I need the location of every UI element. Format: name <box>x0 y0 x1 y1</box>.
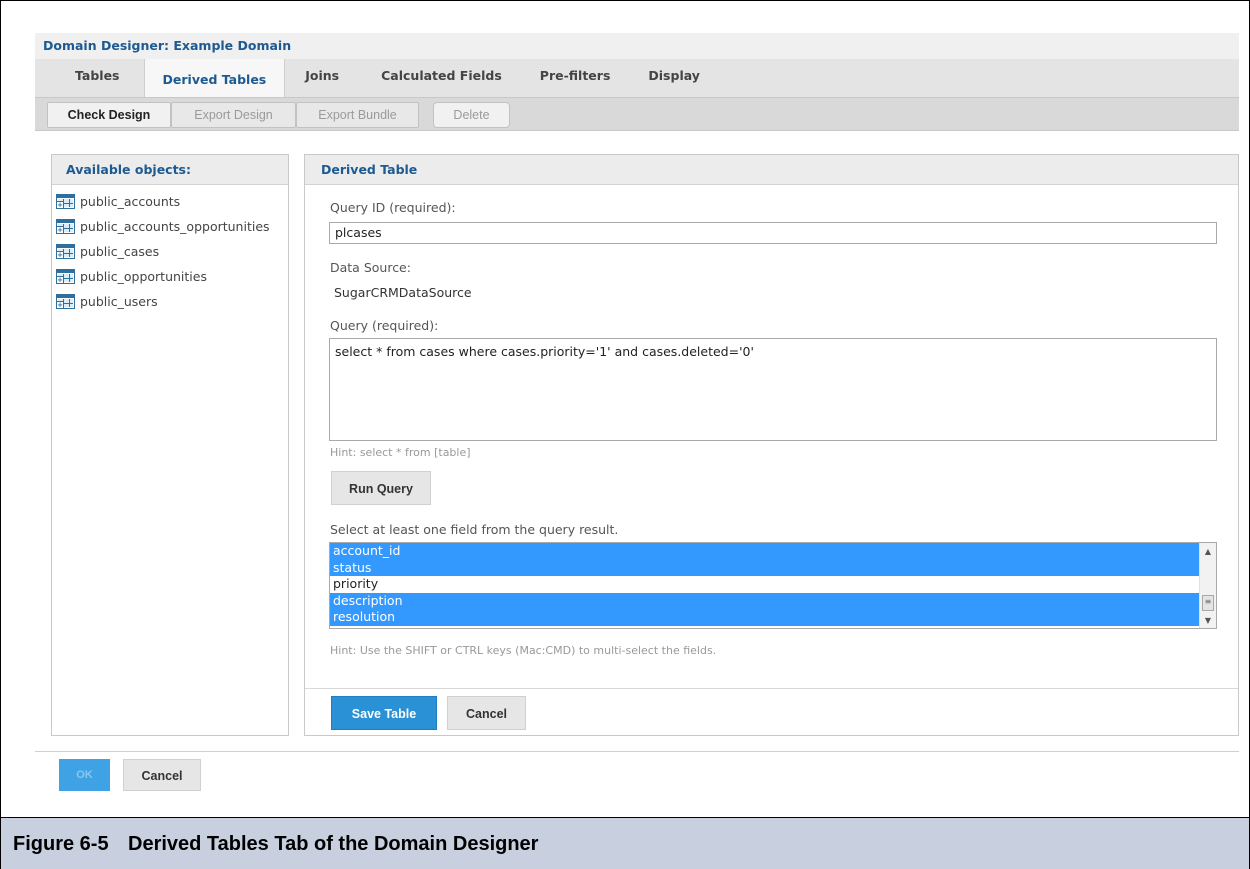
dialog-divider <box>35 751 1239 752</box>
cancel-button[interactable]: Cancel <box>123 759 201 791</box>
available-object-item[interactable]: + public_cases <box>52 239 288 264</box>
figure-caption: Figure 6-5 Derived Tables Tab of the Dom… <box>0 817 1250 869</box>
designer-title: Domain Designer: Example Domain <box>35 33 1239 59</box>
field-option[interactable]: priority <box>330 576 1200 593</box>
available-object-label: public_accounts_opportunities <box>80 218 270 234</box>
export-design-button[interactable]: Export Design <box>171 102 296 128</box>
run-query-button[interactable]: Run Query <box>331 471 431 505</box>
field-option[interactable]: account_id <box>330 543 1200 560</box>
table-icon: + <box>56 194 75 209</box>
tab-pre-filters[interactable]: Pre-filters <box>524 59 631 97</box>
table-icon: + <box>56 244 75 259</box>
query-label: Query (required): <box>330 318 439 333</box>
check-design-button[interactable]: Check Design <box>47 102 171 128</box>
table-icon: + <box>56 269 75 284</box>
available-objects-panel: Available objects: + public_accounts + p… <box>51 154 289 736</box>
tab-tables[interactable]: Tables <box>35 59 144 97</box>
available-object-label: public_accounts <box>80 193 181 209</box>
available-object-item[interactable]: + public_opportunities <box>52 264 288 289</box>
available-objects-title: Available objects: <box>52 155 288 185</box>
tab-derived-tables[interactable]: Derived Tables <box>143 59 286 97</box>
fields-listbox[interactable]: account_id status priority description r… <box>329 542 1217 629</box>
figure-number: Figure 6-5 <box>13 833 109 855</box>
table-icon: + <box>56 219 75 234</box>
available-object-label: public_users <box>80 293 158 309</box>
available-object-item[interactable]: + public_accounts_opportunities <box>52 214 288 239</box>
query-textarea[interactable]: select * from cases where cases.priority… <box>329 338 1217 441</box>
ok-button[interactable]: OK <box>59 759 110 791</box>
document-frame: Domain Designer: Example Domain Tables D… <box>0 0 1250 869</box>
cancel-table-button[interactable]: Cancel <box>447 696 526 730</box>
delete-button[interactable]: Delete <box>433 102 510 128</box>
export-bundle-button[interactable]: Export Bundle <box>296 102 419 128</box>
tab-bar: Tables Derived Tables Joins Calculated F… <box>35 59 1239 97</box>
available-object-item[interactable]: + public_users <box>52 289 288 314</box>
tab-joins[interactable]: Joins <box>285 59 359 97</box>
derived-table-panel: Derived Table Query ID (required): plcas… <box>304 154 1239 736</box>
data-source-label: Data Source: <box>330 260 411 275</box>
available-object-item[interactable]: + public_accounts <box>52 189 288 214</box>
data-source-value: SugarCRMDataSource <box>334 285 472 300</box>
available-object-label: public_opportunities <box>80 268 207 284</box>
figure-title: Derived Tables Tab of the Domain Designe… <box>128 833 539 855</box>
fields-label: Select at least one field from the query… <box>330 522 619 537</box>
save-table-button[interactable]: Save Table <box>331 696 437 730</box>
field-option[interactable]: status <box>330 559 1200 576</box>
tab-display[interactable]: Display <box>630 59 718 97</box>
available-object-label: public_cases <box>80 243 160 259</box>
query-id-label: Query ID (required): <box>330 200 456 215</box>
tab-calculated-fields[interactable]: Calculated Fields <box>359 59 524 97</box>
fields-scrollbar[interactable]: ▲ ≡ ▼ <box>1199 543 1216 628</box>
field-option[interactable]: resolution <box>330 609 1200 626</box>
query-id-input[interactable]: plcases <box>329 222 1217 244</box>
query-hint: Hint: select * from [table] <box>330 446 471 459</box>
scroll-down-icon[interactable]: ▼ <box>1200 614 1216 628</box>
toolbar: Check Design Export Design Export Bundle… <box>35 97 1239 131</box>
scroll-thumb[interactable]: ≡ <box>1202 595 1214 611</box>
field-option[interactable]: description <box>330 592 1200 609</box>
panel-divider <box>305 688 1238 689</box>
derived-table-title: Derived Table <box>305 155 1238 185</box>
scroll-up-icon[interactable]: ▲ <box>1200 545 1216 559</box>
available-objects-list: + public_accounts + public_accounts_oppo… <box>52 185 288 314</box>
table-icon: + <box>56 294 75 309</box>
fields-hint: Hint: Use the SHIFT or CTRL keys (Mac:CM… <box>330 644 717 657</box>
